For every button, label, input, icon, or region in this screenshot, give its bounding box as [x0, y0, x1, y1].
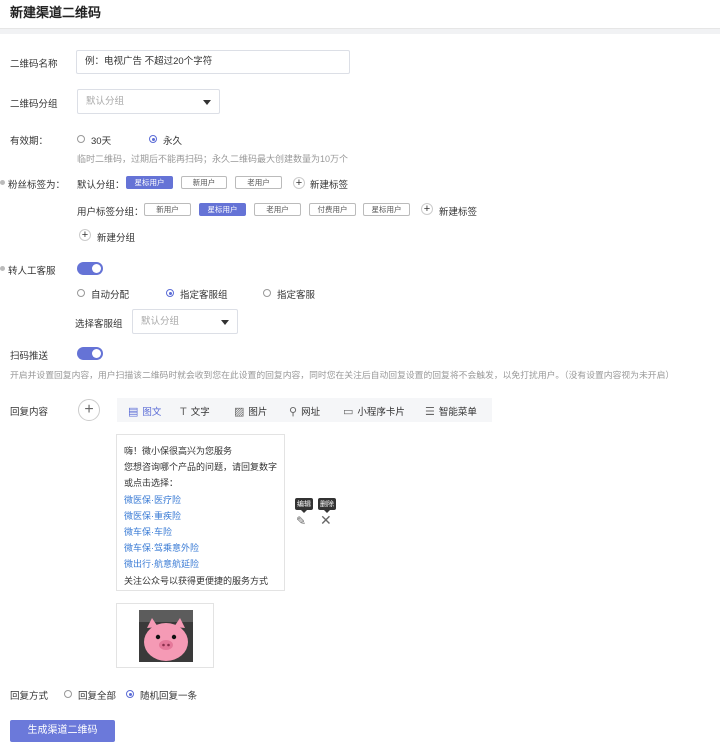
- add-tag-icon[interactable]: +: [293, 177, 305, 189]
- miniprogram-icon: ▭: [343, 406, 354, 418]
- auto-assign-label: 自动分配: [91, 290, 130, 301]
- validity-permanent-label: 永久: [163, 136, 183, 147]
- user-tag-star-2[interactable]: 星标用户: [363, 203, 410, 216]
- user-tag-star[interactable]: 星标用户: [199, 203, 246, 216]
- scan-push-hint: 开启并设置回复内容，用户扫描该二维码时就会收到您在此设置的回复内容，同时您在关注…: [10, 370, 675, 380]
- reply-message-card: 嗨！微小保很高兴为您服务 您想咨询哪个产品的问题，请回复数字 或点击选择： 微医…: [116, 434, 285, 591]
- message-line: 关注公众号以获得更便捷的服务方式: [124, 575, 269, 586]
- name-label: 二维码名称: [10, 59, 58, 70]
- group-label: 二维码分组: [10, 99, 58, 110]
- chevron-down-icon: [203, 99, 211, 105]
- message-line: 您想咨询哪个产品的问题，请回复数字: [124, 462, 278, 473]
- header-divider: [0, 28, 720, 34]
- add-tag-button[interactable]: 新建标签: [310, 177, 348, 191]
- add-user-tag-icon[interactable]: +: [421, 203, 433, 215]
- manual-service-label: 转人工客服: [8, 266, 56, 277]
- message-line: 或点击选择：: [124, 478, 179, 489]
- bullet-icon: [0, 266, 5, 271]
- validity-hint: 临时二维码，过期后不能再扫码；永久二维码最大创建数量为10万个: [77, 154, 349, 164]
- tab-text[interactable]: T 文字: [180, 404, 210, 418]
- message-link[interactable]: 微出行·航意航延险: [124, 556, 277, 572]
- tag-new-user[interactable]: 新用户: [181, 176, 227, 189]
- reply-image-card: [116, 603, 214, 668]
- add-group-button[interactable]: 新建分组: [97, 230, 135, 244]
- tab-image-text[interactable]: ▤ 图文: [128, 404, 161, 418]
- user-tag-paid[interactable]: 付费用户: [309, 203, 356, 216]
- message-line: 嗨！微小保很高兴为您服务: [124, 446, 233, 456]
- service-group-placeholder: 默认分组: [141, 316, 180, 327]
- tab-link[interactable]: ⚲ 网址: [289, 404, 320, 418]
- user-tag-new[interactable]: 新用户: [144, 203, 191, 216]
- assign-group-radio[interactable]: [166, 289, 174, 297]
- edit-icon[interactable]: ✎: [296, 514, 306, 528]
- add-group-icon[interactable]: +: [79, 229, 91, 241]
- page-title: 新建渠道二维码: [10, 5, 102, 20]
- add-user-tag-button[interactable]: 新建标签: [439, 204, 477, 218]
- qr-name-input[interactable]: 例：电视广告 不超过20个字符: [76, 50, 350, 74]
- reply-mode-label: 回复方式: [10, 691, 49, 702]
- tab-miniprogram[interactable]: ▭ 小程序卡片: [343, 404, 405, 418]
- user-tag-old[interactable]: 老用户: [254, 203, 301, 216]
- user-group-label: 用户标签分组：: [77, 207, 144, 218]
- chevron-down-icon: [221, 319, 229, 325]
- message-link[interactable]: 微医保·重疾险: [124, 508, 277, 524]
- message-link[interactable]: 微车保·驾乘意外险: [124, 540, 277, 556]
- text-icon: T: [180, 406, 187, 418]
- qr-group-select[interactable]: 默认分组: [77, 89, 220, 114]
- reply-type-toolbar: ▤ 图文 T 文字 ▨ 图片 ⚲ 网址 ▭ 小程序卡片 ☰ 智能菜单: [117, 398, 492, 422]
- image-text-icon: ▤: [128, 406, 139, 418]
- assign-group-label: 指定客服组: [180, 290, 228, 301]
- manual-service-toggle[interactable]: [77, 262, 103, 275]
- reply-all-radio[interactable]: [64, 690, 72, 698]
- image-icon: ▨: [234, 406, 245, 418]
- reply-content-label: 回复内容: [10, 407, 49, 418]
- menu-icon: ☰: [425, 406, 435, 418]
- validity-30-label: 30天: [91, 136, 112, 147]
- assign-agent-radio[interactable]: [263, 289, 271, 297]
- fan-tags-label: 粉丝标签为：: [8, 180, 66, 191]
- service-group-label: 选择客服组: [75, 319, 123, 330]
- delete-tooltip: 删除: [318, 498, 336, 513]
- reply-random-radio[interactable]: [126, 690, 134, 698]
- default-group-label: 默认分组：: [77, 180, 125, 191]
- message-link[interactable]: 微车保·车险: [124, 524, 277, 540]
- link-icon: ⚲: [289, 406, 298, 418]
- add-reply-icon[interactable]: +: [78, 399, 100, 421]
- tag-star-user[interactable]: 星标用户: [126, 176, 173, 189]
- validity-permanent-radio[interactable]: [149, 135, 157, 143]
- tab-image[interactable]: ▨ 图片: [234, 404, 267, 418]
- reply-random-label: 随机回复一条: [140, 691, 198, 702]
- reply-all-label: 回复全部: [78, 691, 117, 702]
- tag-old-user[interactable]: 老用户: [235, 176, 282, 189]
- qr-group-placeholder: 默认分组: [86, 96, 125, 107]
- pig-image: [139, 610, 193, 662]
- tab-smart-menu[interactable]: ☰ 智能菜单: [425, 404, 477, 418]
- scan-push-toggle[interactable]: [77, 347, 103, 360]
- auto-assign-radio[interactable]: [77, 289, 85, 297]
- assign-agent-label: 指定客服: [277, 290, 316, 301]
- delete-icon[interactable]: ✕: [320, 512, 332, 529]
- validity-label: 有效期：: [10, 136, 49, 147]
- service-group-select[interactable]: 默认分组: [132, 309, 238, 334]
- scan-push-label: 扫码推送: [10, 351, 49, 362]
- edit-tooltip: 编辑: [295, 498, 313, 513]
- generate-qrcode-button[interactable]: 生成渠道二维码: [10, 720, 115, 742]
- validity-30-radio[interactable]: [77, 135, 85, 143]
- bullet-icon: [0, 180, 5, 185]
- message-link[interactable]: 微医保·医疗险: [124, 492, 277, 508]
